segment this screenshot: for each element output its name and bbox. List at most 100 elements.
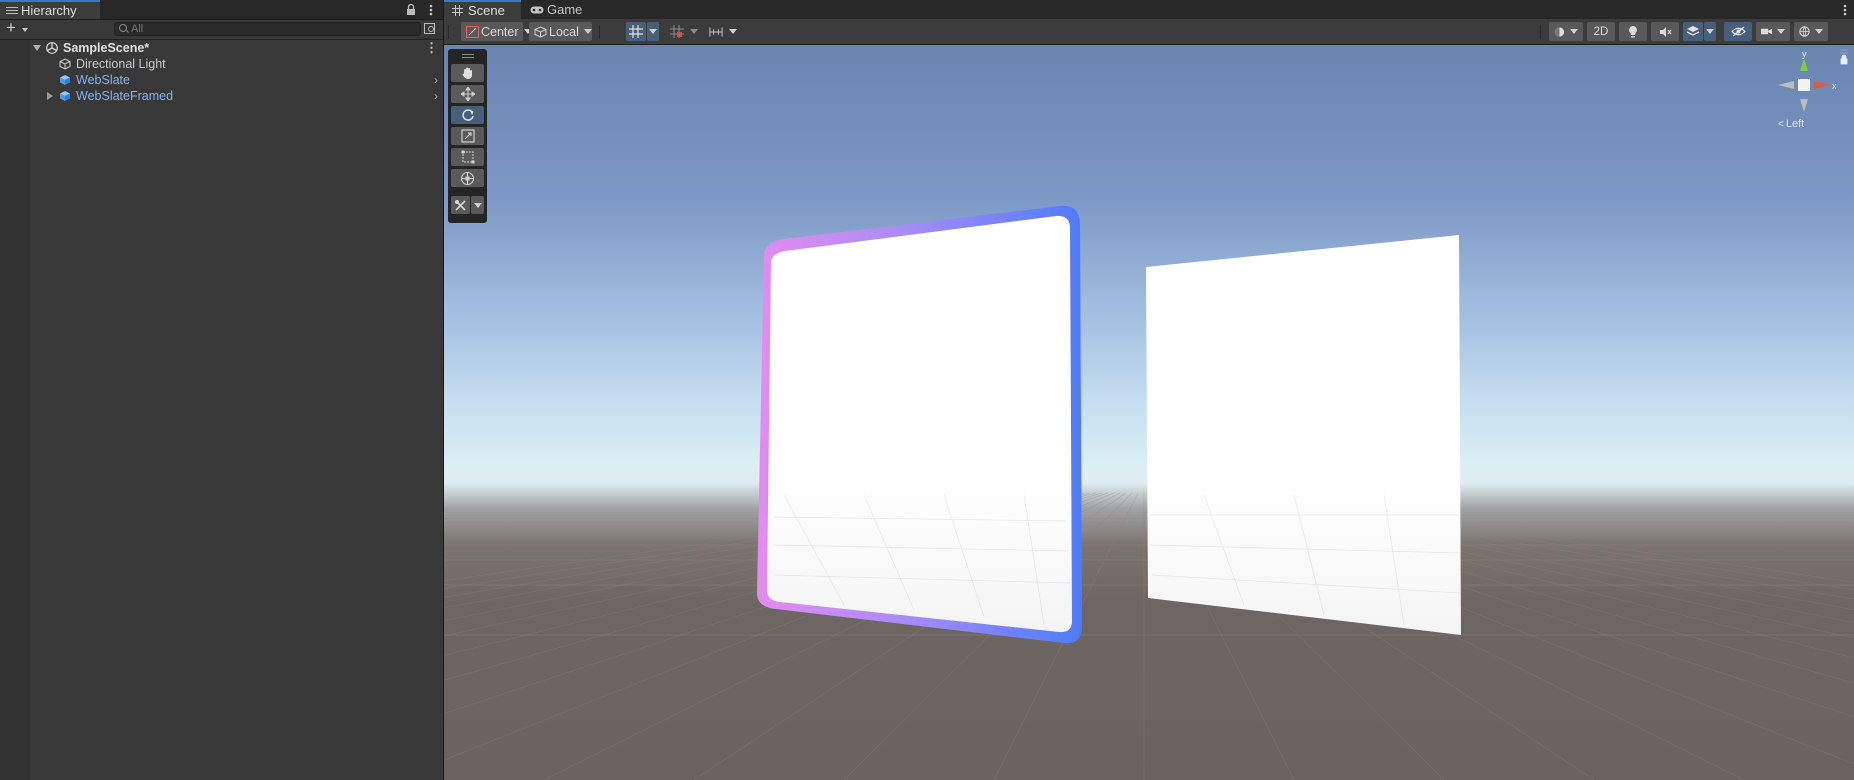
rect-tool-button[interactable] [451, 148, 484, 166]
orientation-gizmo[interactable]: y x [1734, 45, 1854, 165]
search-mode-icon[interactable] [424, 23, 435, 34]
tool-palette-grip[interactable] [462, 54, 474, 55]
pivot-center-icon [466, 25, 479, 38]
increment-snap-toggle[interactable] [706, 22, 726, 41]
gizmo-globe-icon [1799, 26, 1810, 37]
tool-palette-grip [462, 57, 474, 58]
tool-palette [448, 49, 487, 223]
chevron-down-icon [1815, 29, 1823, 34]
tab-scene-label: Scene [468, 3, 505, 18]
tree-row-webslate[interactable]: WebSlate › [0, 72, 443, 88]
hand-tool-button[interactable] [451, 64, 484, 82]
gizmos-dropdown[interactable] [1794, 22, 1828, 41]
hierarchy-tab-bar: Hierarchy [0, 0, 443, 20]
grid-options-dropdown[interactable] [647, 22, 659, 41]
increment-snap-dropdown[interactable] [727, 22, 739, 41]
scene-visibility-toggle[interactable] [1724, 22, 1752, 41]
hierarchy-gutter [0, 40, 30, 780]
webslate-object[interactable] [1146, 235, 1461, 635]
hierarchy-search-input[interactable] [131, 23, 411, 35]
toolbar-separator [1540, 25, 1541, 39]
toolbar-grip [448, 25, 449, 39]
pivot-mode-dropdown[interactable]: Center [461, 22, 532, 41]
list-icon [6, 7, 18, 14]
effects-dropdown[interactable] [1704, 22, 1716, 41]
ruler-icon [709, 26, 723, 37]
expand-arrow-icon[interactable] [47, 92, 53, 100]
tab-hierarchy-label: Hierarchy [21, 3, 77, 18]
toggle-2d-button[interactable]: 2D [1587, 22, 1615, 41]
tree-label-directional-light: Directional Light [76, 57, 166, 71]
gizmo-lock-icon[interactable] [1840, 54, 1848, 65]
chevron-down-icon [1570, 29, 1578, 34]
tab-game[interactable]: Game [522, 0, 592, 19]
tree-row-scene[interactable]: SampleScene* ⋮ [0, 40, 443, 56]
tree-row-directional-light[interactable]: Directional Light [0, 56, 443, 72]
gizmo-center-cube[interactable] [1798, 79, 1810, 91]
scale-icon [460, 129, 475, 143]
panel-menu-icon[interactable] [1838, 0, 1852, 19]
audio-toggle[interactable] [1651, 22, 1679, 41]
transform-tool-button[interactable] [451, 169, 484, 187]
chevron-down-icon [583, 29, 592, 34]
rotate-tool-button[interactable] [451, 106, 484, 124]
lock-icon[interactable] [404, 0, 418, 19]
chevron-down-icon [22, 28, 28, 32]
local-cube-icon [534, 25, 547, 38]
chevron-down-icon [729, 29, 737, 34]
scene-toolbar: Center Local 2D [444, 19, 1854, 45]
chevron-down-icon [649, 29, 657, 34]
search-icon [119, 24, 127, 32]
gamepad-icon [530, 6, 544, 13]
gizmo-axis-down-cone[interactable] [1800, 99, 1808, 112]
gizmo-y-label: y [1802, 49, 1807, 59]
tree-row-webslateframed[interactable]: WebSlateFramed › [0, 88, 443, 104]
toolbar-separator [599, 25, 600, 39]
scene-menu-icon[interactable]: ⋮ [425, 41, 438, 54]
snap-options-dropdown[interactable] [688, 22, 700, 41]
chevron-down-icon [1777, 29, 1785, 34]
create-button[interactable]: + [4, 19, 30, 38]
gizmo-axis-left-cone[interactable] [1778, 81, 1794, 89]
lighting-toggle[interactable] [1619, 22, 1647, 41]
gizmo-view-label[interactable]: < Left [1778, 118, 1804, 130]
snap-toggle[interactable] [667, 22, 687, 41]
panel-menu-icon[interactable] [424, 0, 438, 19]
move-tool-button[interactable] [451, 85, 484, 103]
hierarchy-search[interactable] [114, 22, 421, 36]
custom-tools-dropdown[interactable] [471, 196, 484, 214]
scene-viewport[interactable]: y x < Left [444, 45, 1854, 780]
shading-sphere-icon [1554, 26, 1565, 37]
gizmo-axis-y-cone[interactable] [1800, 58, 1808, 71]
grid-visibility-toggle[interactable] [626, 22, 646, 41]
tree-label-webslate: WebSlate [76, 73, 130, 87]
webslateframed-object[interactable] [757, 205, 1082, 644]
hand-icon [462, 67, 472, 79]
scene-panel: Scene Game Center Local 2D y x < Left [444, 0, 1854, 780]
scene-tab-bar: Scene Game [444, 0, 1854, 19]
gizmo-axis-x-cone[interactable] [1814, 81, 1830, 89]
custom-tools-button[interactable] [451, 196, 470, 214]
pivot-rotation-dropdown[interactable]: Local [529, 22, 592, 41]
pivot-rotation-label: Local [549, 24, 579, 39]
rect-transform-icon [461, 150, 474, 164]
camera-settings-dropdown[interactable] [1756, 22, 1790, 41]
tab-scene[interactable]: Scene [444, 0, 521, 19]
gameobject-cube-icon [59, 58, 71, 70]
speaker-mute-icon [1659, 26, 1671, 37]
effects-toggle[interactable] [1683, 22, 1703, 41]
effects-layers-icon [1686, 26, 1700, 36]
lightbulb-icon [1629, 26, 1637, 38]
tab-hierarchy[interactable]: Hierarchy [0, 0, 100, 19]
draw-mode-dropdown[interactable] [1549, 22, 1583, 41]
scale-tool-button[interactable] [451, 127, 484, 145]
grid-snap-icon [629, 25, 643, 38]
tools-icon [455, 199, 466, 211]
tree-label-scene: SampleScene* [63, 41, 150, 55]
camera-icon [1761, 28, 1772, 35]
chevron-right-icon[interactable]: › [434, 73, 438, 87]
expand-arrow-icon[interactable] [33, 45, 41, 51]
chevron-right-icon[interactable]: › [434, 89, 438, 103]
hierarchy-panel: Hierarchy + SampleScene* ⋮ [0, 0, 443, 780]
prefab-cube-icon [59, 90, 71, 102]
